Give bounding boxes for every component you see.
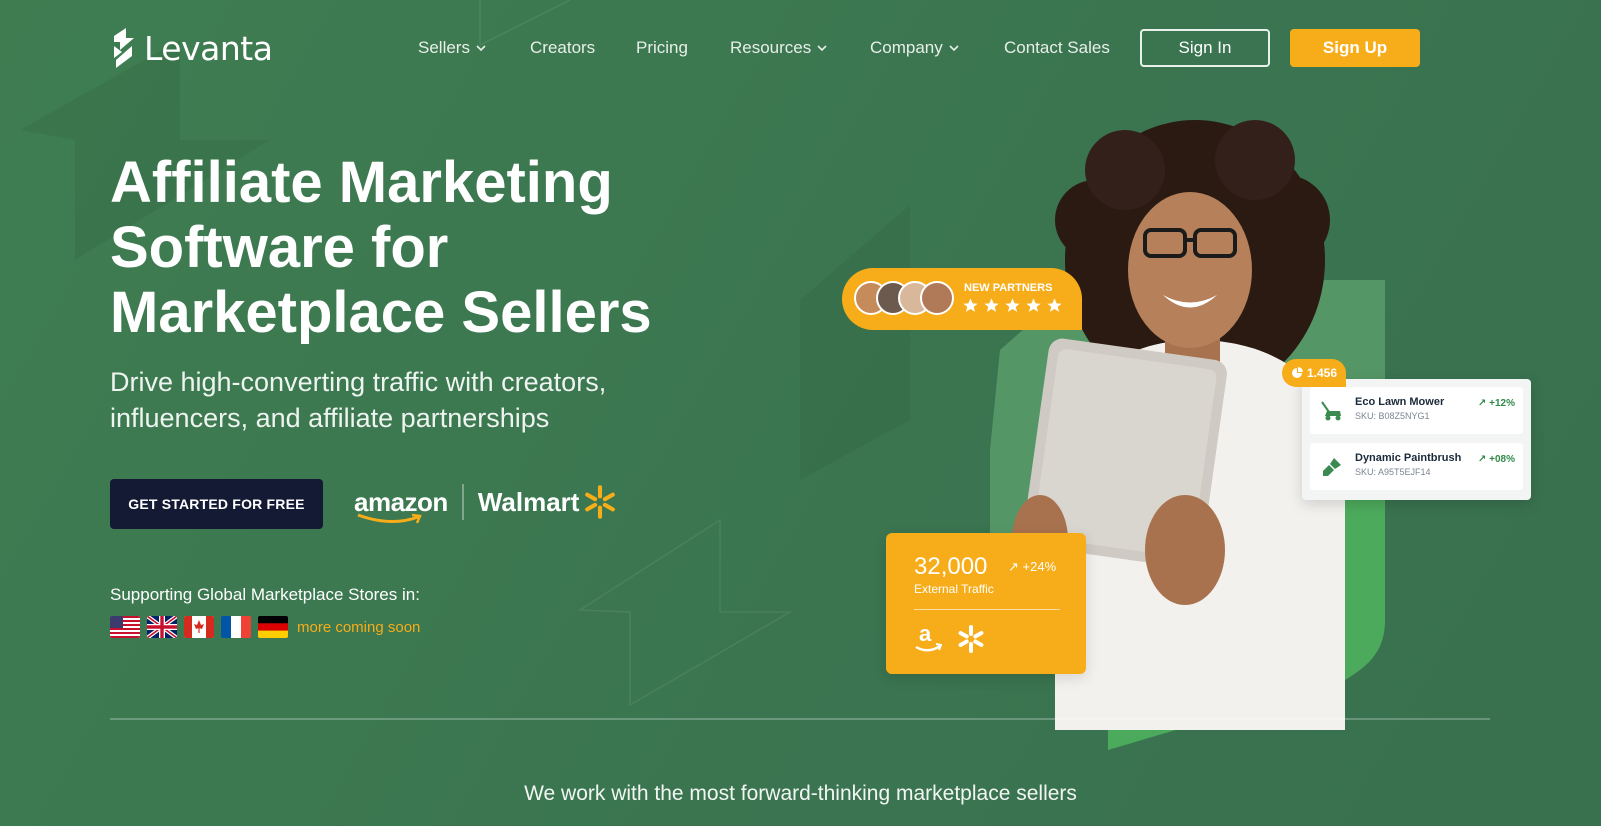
product-name: Eco Lawn Mower [1355,396,1445,408]
product-name: Dynamic Paintbrush [1355,452,1462,464]
partner-avatars [854,281,954,315]
lawn-mower-icon [1321,401,1341,421]
traffic-marketplace-icons: a [914,623,986,655]
star-icon [1026,298,1041,312]
avatar [920,281,954,315]
more-coming-soon-text: more coming soon [297,618,421,636]
traffic-divider [914,609,1060,610]
nav-contact-sales[interactable]: Contact Sales [1004,38,1110,58]
new-partners-label: NEW PARTNERS [964,282,1053,294]
product-sku: SKU: B08Z5NYG1 [1355,411,1430,421]
walmart-logo: Walmart [478,485,618,519]
nav-pricing[interactable]: Pricing [636,38,688,58]
nav-resources-label: Resources [730,38,812,57]
levanta-logo-icon [114,28,134,68]
nav-creators[interactable]: Creators [530,38,595,58]
product-change-value: +12% [1489,398,1515,409]
section-divider [110,718,1490,720]
logo-divider [461,484,464,520]
nav-sellers-label: Sellers [418,38,470,57]
svg-text:a: a [919,623,932,646]
us-flag-icon [110,616,140,638]
brand-name: Levanta [144,28,273,68]
star-icon [984,298,999,312]
chevron-down-icon [817,44,827,51]
nav-company[interactable]: Company [870,38,959,58]
country-flags: more coming soon [110,616,420,638]
marketplace-logos: amazon Walmart [354,484,618,523]
nav-creators-label: Creators [530,38,596,57]
amazon-smile-icon [357,513,422,523]
nav-contact-sales-label: Contact Sales [1004,38,1110,57]
uk-flag-icon [147,616,177,638]
new-partners-card: NEW PARTNERS [842,268,1082,330]
nav-resources[interactable]: Resources [730,38,827,58]
support-label: Supporting Global Marketplace Stores in: [110,585,420,604]
france-flag-icon [221,616,251,638]
count-badge: 1.456 [1282,359,1346,387]
canada-flag-icon [184,616,214,638]
traffic-card: 32,000 ↗ +24% External Traffic a [886,533,1086,674]
product-row: Eco Lawn Mower SKU: B08Z5NYG1 ↗ +12% [1310,387,1523,434]
hero-subtitle: Drive high-converting traffic with creat… [110,367,607,433]
product-change: ↗ +12% [1477,398,1515,409]
hero-title: Affiliate Marketing Software for Marketp… [110,150,652,345]
pie-chart-icon [1291,367,1303,378]
nav-sellers[interactable]: Sellers [418,38,486,58]
star-icon [963,298,978,312]
chevron-down-icon [949,44,959,51]
sellers-tagline: We work with the most forward-thinking m… [524,782,1077,805]
amazon-logo: amazon [354,487,448,523]
top-navigation: Levanta Sellers Creators Pricing Resourc… [0,0,1601,96]
germany-flag-icon [258,616,288,638]
sign-in-button[interactable]: Sign In [1140,29,1270,67]
amazon-icon: a [915,623,942,652]
products-card: Eco Lawn Mower SKU: B08Z5NYG1 ↗ +12% Dyn… [1302,379,1531,500]
get-started-button[interactable]: GET STARTED FOR FREE [110,479,323,529]
chevron-down-icon [476,44,486,51]
walmart-spark-icon [585,485,616,519]
walmart-spark-icon [958,625,984,653]
product-change: ↗ +08% [1477,454,1515,465]
sign-up-button[interactable]: Sign Up [1290,29,1420,67]
badge-value: 1.456 [1306,366,1338,380]
traffic-value: 32,000 [914,553,988,580]
nav-pricing-label: Pricing [636,38,688,57]
traffic-change-value: +24% [1022,559,1057,574]
product-sku: SKU: A95T5EJF14 [1355,467,1431,477]
star-icon [1047,298,1062,312]
rating-stars [962,297,1063,314]
product-row: Dynamic Paintbrush SKU: A95T5EJF14 ↗ +08… [1310,443,1523,490]
traffic-label: External Traffic [914,582,994,596]
product-change-value: +08% [1489,454,1515,465]
paintbrush-icon [1323,458,1341,476]
star-icon [1005,298,1020,312]
nav-company-label: Company [870,38,943,57]
traffic-change: ↗ +24% [1008,559,1057,574]
walmart-logo-text: Walmart [477,486,580,517]
brand-logo[interactable]: Levanta [110,28,273,68]
